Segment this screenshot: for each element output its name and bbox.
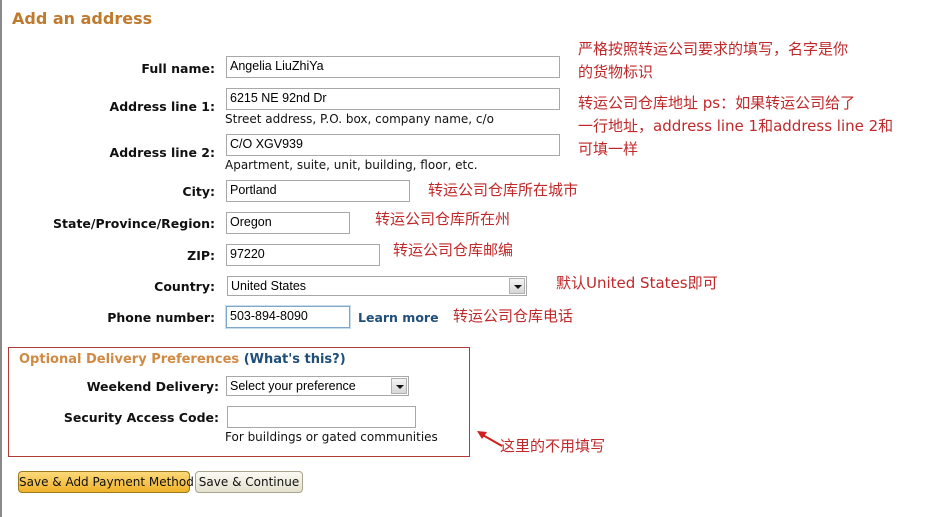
annotation-address-line3: 可填一样	[578, 140, 639, 158]
address-line-1-input[interactable]: 6215 NE 92nd Dr	[226, 88, 560, 110]
optional-delivery-heading: Optional Delivery Preferences	[19, 352, 240, 367]
security-code-label: Security Access Code:	[63, 410, 219, 425]
address-line-2-hint: Apartment, suite, unit, building, floor,…	[225, 158, 478, 172]
annotation-country: 默认United States即可	[556, 274, 718, 292]
address-line-1-label: Address line 1:	[109, 99, 215, 114]
address-line-2-input[interactable]: C/O XGV939	[226, 134, 560, 156]
zip-input[interactable]: 97220	[226, 244, 380, 266]
annotation-full-name-line1: 严格按照转运公司要求的填写，名字是你	[578, 40, 849, 58]
city-input[interactable]: Portland	[226, 180, 410, 202]
full-name-input[interactable]: Angelia LiuZhiYa	[226, 56, 560, 78]
phone-input[interactable]: 503-894-8090	[226, 306, 350, 328]
save-continue-button[interactable]: Save & Continue	[195, 471, 303, 493]
annotation-address-line1: 转运公司仓库地址 ps：如果转运公司给了	[578, 94, 856, 112]
phone-label: Phone number:	[107, 310, 215, 325]
address-line-2-label: Address line 2:	[109, 145, 215, 160]
optional-delivery-title: Optional Delivery Preferences (What's th…	[19, 352, 346, 367]
page-title: Add an address	[12, 9, 153, 28]
chevron-down-icon[interactable]	[391, 378, 407, 394]
state-input[interactable]: Oregon	[226, 212, 350, 234]
annotation-optional: 这里的不用填写	[500, 437, 606, 455]
security-code-input[interactable]	[227, 406, 416, 428]
country-label: Country:	[154, 279, 215, 294]
full-name-label: Full name:	[141, 61, 215, 76]
annotation-phone: 转运公司仓库电话	[453, 307, 574, 325]
annotation-address-line2: 一行地址，address line 1和address line 2和	[578, 117, 894, 135]
weekend-delivery-select[interactable]: Select your preference	[226, 376, 409, 396]
zip-label: ZIP:	[187, 248, 215, 263]
city-label: City:	[182, 184, 215, 199]
learn-more-link[interactable]: Learn more	[358, 310, 439, 325]
save-add-payment-button[interactable]: Save & Add Payment Method	[18, 471, 194, 493]
address-line-1-hint: Street address, P.O. box, company name, …	[225, 112, 494, 126]
security-code-hint: For buildings or gated communities	[225, 430, 438, 444]
weekend-delivery-selected-value: Select your preference	[230, 379, 356, 393]
whats-this-link[interactable]: What's this?	[250, 352, 340, 367]
annotation-city: 转运公司仓库所在城市	[428, 181, 579, 199]
country-selected-value: United States	[231, 279, 307, 293]
whats-this-close-paren: )	[339, 352, 346, 367]
annotation-state: 转运公司仓库所在州	[375, 210, 511, 228]
annotation-full-name-line2: 的货物标识	[578, 63, 654, 81]
state-label: State/Province/Region:	[53, 216, 215, 231]
country-select[interactable]: United States	[227, 276, 527, 296]
chevron-down-icon[interactable]	[509, 278, 525, 294]
weekend-delivery-label: Weekend Delivery:	[86, 379, 219, 394]
annotation-zip: 转运公司仓库邮编	[393, 241, 514, 259]
window-left-border	[0, 0, 2, 517]
